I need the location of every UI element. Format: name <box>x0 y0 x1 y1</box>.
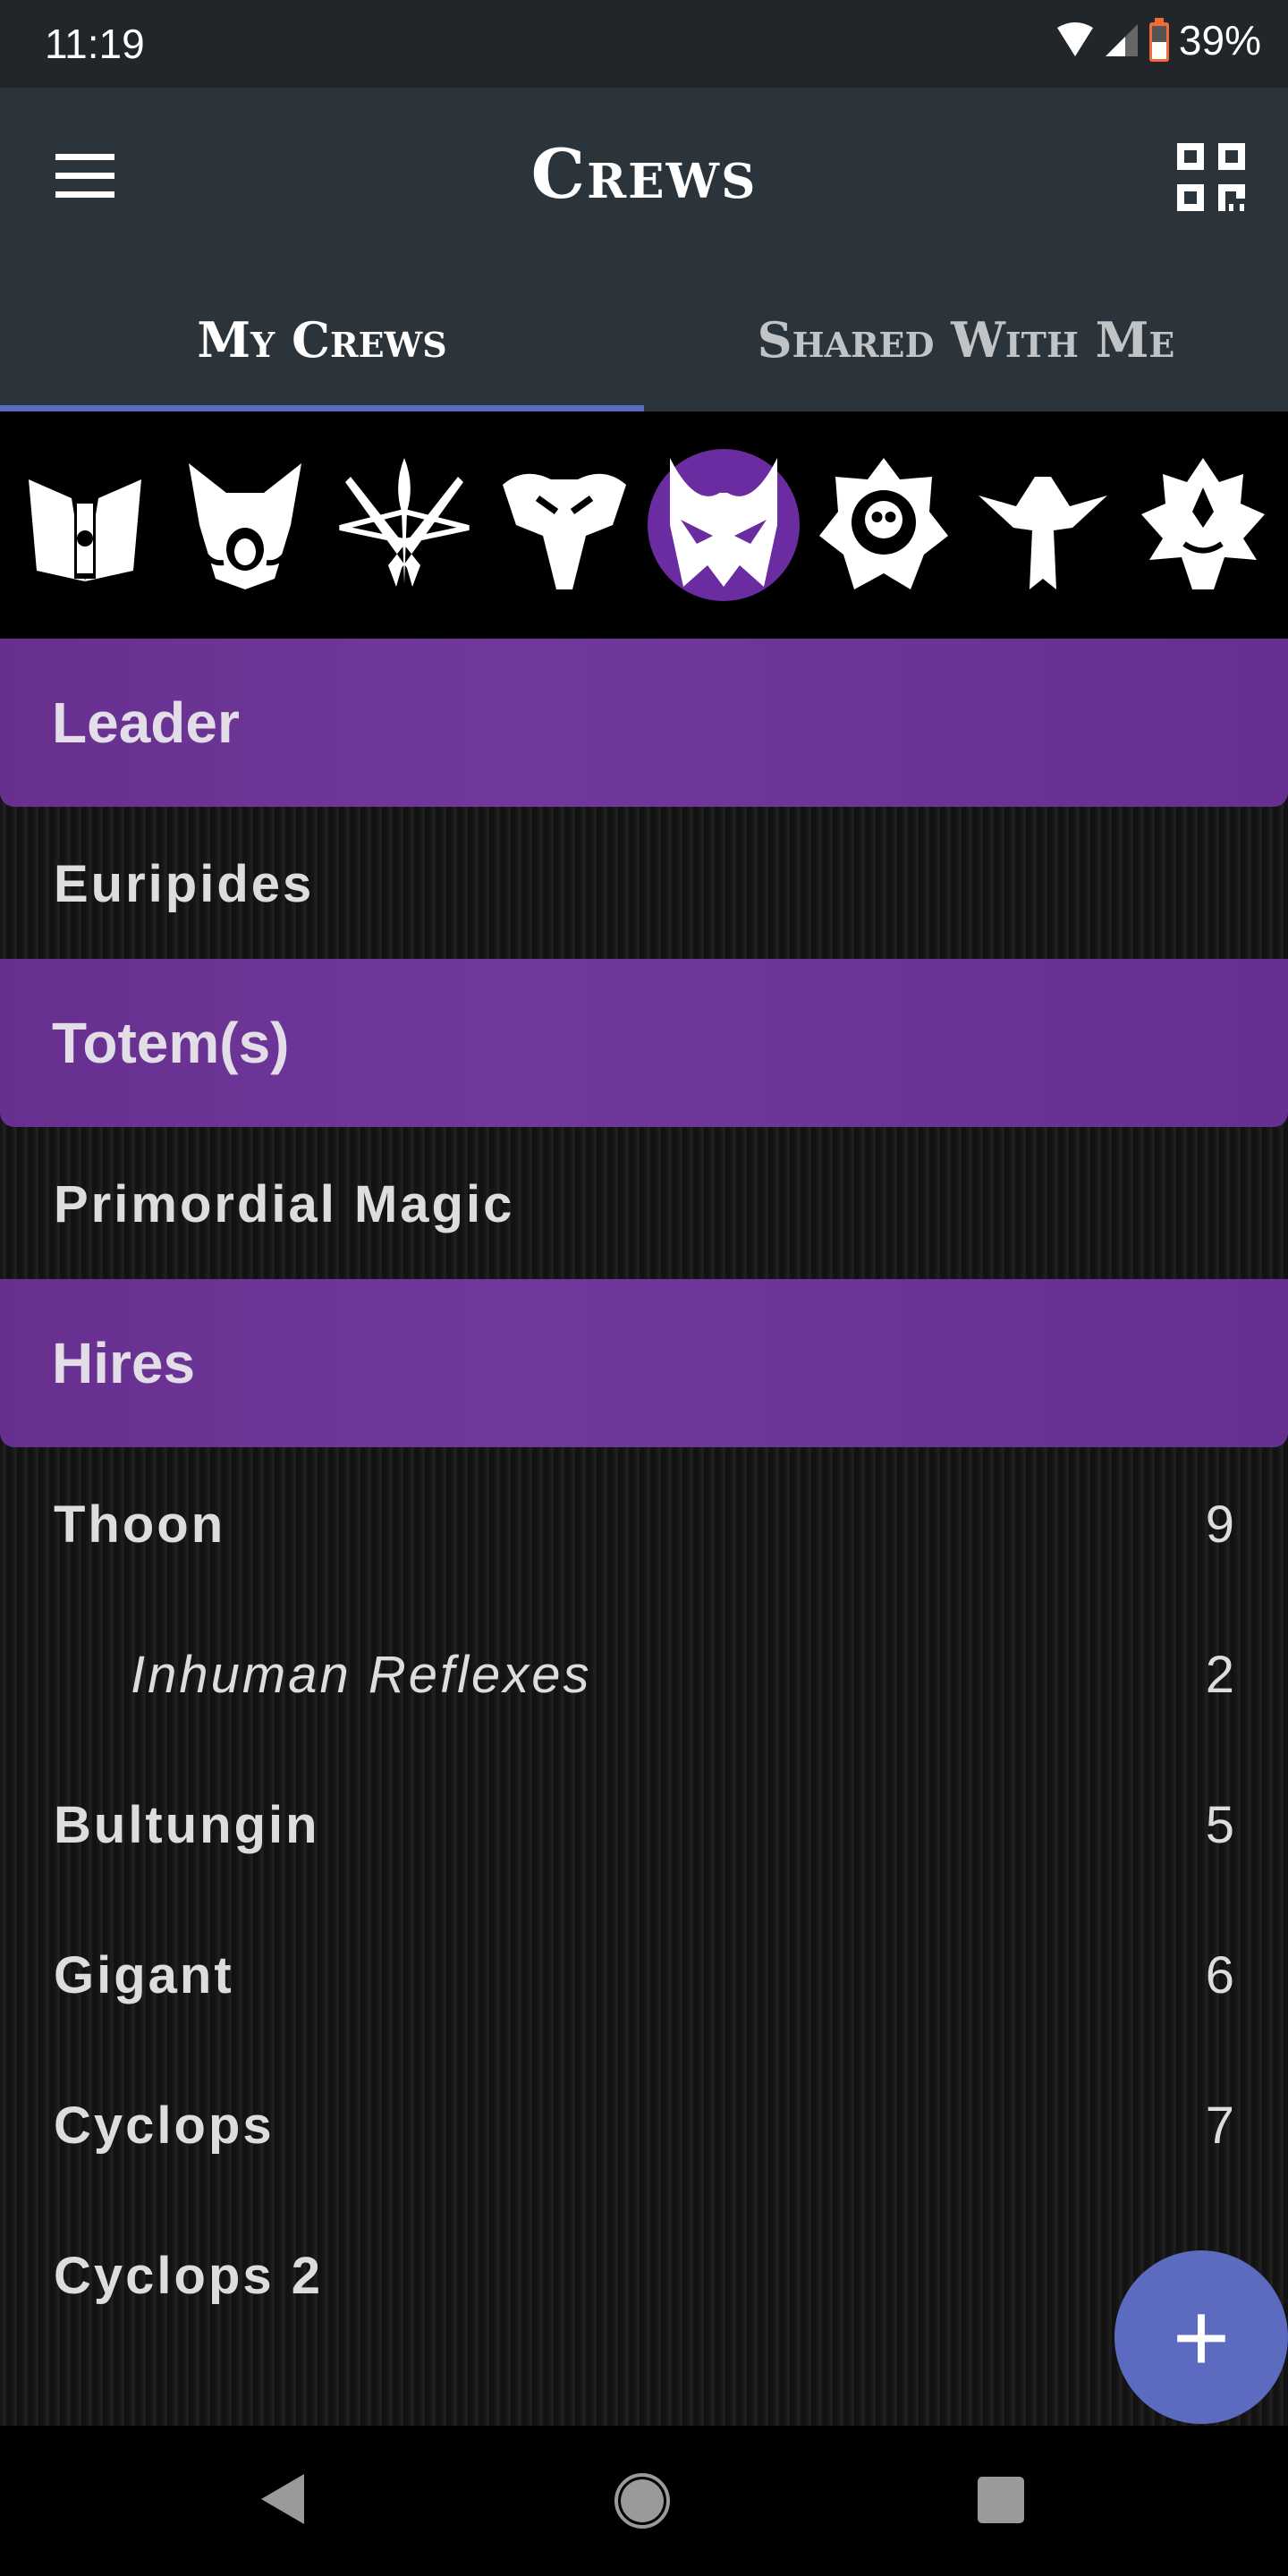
add-model-button[interactable]: + <box>1114 2250 1288 2424</box>
model-name: Cyclops <box>54 2096 275 2155</box>
model-cost: 9 <box>1205 1495 1234 1554</box>
wifi-icon <box>1056 22 1093 56</box>
faction-dragon[interactable] <box>1127 449 1279 601</box>
qr-code-icon[interactable] <box>1177 143 1245 211</box>
list-item[interactable]: Bultungin 5 <box>0 1750 1288 1900</box>
list-item[interactable]: Euripides <box>0 809 1288 959</box>
section-header-totems: Totem(s) <box>0 959 1288 1127</box>
faction-pistols[interactable] <box>328 449 480 601</box>
recents-icon[interactable] <box>977 2476 1025 2524</box>
skull-rose-emblem-icon <box>818 458 948 589</box>
faction-mask[interactable] <box>648 449 801 601</box>
mask-emblem-icon <box>670 458 778 587</box>
section-header-hires: Hires <box>0 1279 1288 1447</box>
model-name: Primordial Magic <box>54 1174 515 1233</box>
list-item[interactable]: Gigant 6 <box>0 1900 1288 2050</box>
battery-percent: 39% <box>1178 17 1261 64</box>
tab-bar: My Crews Shared With Me <box>0 268 1288 411</box>
list-item[interactable]: Cyclops 7 <box>0 2050 1288 2200</box>
upgrade-cost: 2 <box>1205 1645 1234 1704</box>
faction-selector <box>0 411 1288 639</box>
list-item[interactable]: Cyclops 2 <box>0 2200 1288 2351</box>
model-name: Cyclops 2 <box>54 2246 323 2305</box>
book-emblem-icon <box>29 479 142 581</box>
tab-my-crews[interactable]: My Crews <box>0 268 644 411</box>
home-icon[interactable] <box>614 2472 671 2529</box>
back-icon[interactable] <box>258 2472 308 2526</box>
model-name: Bultungin <box>54 1795 320 1854</box>
model-cost: 5 <box>1205 1795 1234 1854</box>
crew-list: Leader Euripides Totem(s) Primordial Mag… <box>0 639 1288 2426</box>
faction-book[interactable] <box>9 449 161 601</box>
faction-phoenix[interactable] <box>967 449 1119 601</box>
system-nav-bar <box>0 2426 1288 2576</box>
upgrade-name: Inhuman Reflexes <box>131 1645 592 1704</box>
battery-charging-icon <box>1148 18 1169 62</box>
list-item[interactable]: Thoon 9 <box>0 1449 1288 1599</box>
model-cost: 6 <box>1205 1945 1234 2004</box>
upgrade-item[interactable]: Inhuman Reflexes 2 <box>0 1599 1288 1750</box>
model-cost: 7 <box>1205 2096 1234 2155</box>
section-header-leader: Leader <box>0 639 1288 807</box>
model-name: Gigant <box>54 1945 234 2004</box>
model-name: Euripides <box>54 854 315 913</box>
faction-skull[interactable] <box>488 449 640 601</box>
dragon-emblem-icon <box>1140 458 1265 589</box>
faction-boar[interactable] <box>169 449 321 601</box>
page-title: Crews <box>530 134 758 214</box>
phoenix-emblem-icon <box>979 477 1108 589</box>
app-bar: Crews My Crews Shared With Me <box>0 88 1288 411</box>
bull-skull-emblem-icon <box>502 473 626 589</box>
tab-shared-with-me[interactable]: Shared With Me <box>644 268 1288 411</box>
clock: 11:19 <box>45 21 145 67</box>
status-bar: 11:19 39% <box>0 0 1288 88</box>
plus-icon: + <box>1172 2282 1231 2393</box>
model-name: Thoon <box>54 1495 226 1554</box>
faction-rose[interactable] <box>808 449 960 601</box>
crossed-pistols-emblem-icon <box>339 458 470 587</box>
list-item[interactable]: Primordial Magic <box>0 1129 1288 1279</box>
signal-icon <box>1105 24 1138 56</box>
boar-emblem-icon <box>188 463 301 589</box>
